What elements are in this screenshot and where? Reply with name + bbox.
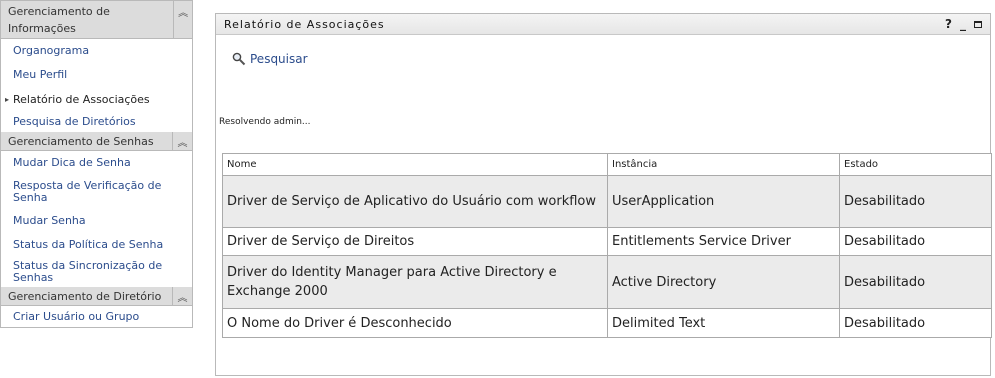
- sidebar: Gerenciamento de Informações ︽ Organogra…: [0, 0, 193, 328]
- portlet-header: Relatório de Associações ? _: [216, 14, 990, 35]
- status-text: Resolvendo admin...: [219, 117, 311, 127]
- nav-item-mudar-dica[interactable]: Mudar Dica de Senha: [1, 151, 192, 175]
- nav-item-pesquisa-diretorios[interactable]: Pesquisa de Diretórios: [1, 112, 192, 132]
- cell-estado: Desabilitado: [839, 308, 992, 338]
- nav-item-resposta-verificacao[interactable]: Resposta de Verificação de Senha: [1, 175, 192, 209]
- cell-instancia: UserApplication: [607, 175, 840, 228]
- section-header-informacoes: Gerenciamento de Informações ︽: [1, 1, 192, 39]
- cell-instancia: Entitlements Service Driver: [607, 227, 840, 256]
- table-row: Driver do Identity Manager para Active D…: [222, 255, 992, 309]
- nav-item-mudar-senha[interactable]: Mudar Senha: [1, 209, 192, 233]
- magnifier-icon[interactable]: [232, 52, 246, 66]
- search-link[interactable]: Pesquisar: [250, 52, 308, 66]
- cell-nome: Driver do Identity Manager para Active D…: [222, 255, 608, 309]
- cell-nome: Driver de Serviço de Direitos: [222, 227, 608, 256]
- column-header-estado: Estado: [839, 153, 992, 176]
- help-button[interactable]: ?: [945, 17, 952, 31]
- window-controls: ? _: [945, 17, 982, 31]
- section-title: Gerenciamento de Senhas: [8, 135, 154, 148]
- cell-nome: O Nome do Driver é Desconhecido: [222, 308, 608, 338]
- nav-item-status-politica[interactable]: Status da Política de Senha: [1, 233, 192, 257]
- column-header-instancia: Instância: [607, 153, 840, 176]
- active-bullet-icon: ▸: [5, 94, 10, 104]
- section-header-diretorio: Gerenciamento de Diretório ︽: [1, 287, 192, 306]
- association-table: Nome Instância Estado Driver de Serviço …: [222, 153, 992, 338]
- table-header-row: Nome Instância Estado: [222, 153, 992, 176]
- cell-instancia: Delimited Text: [607, 308, 840, 338]
- collapse-icon[interactable]: ︽: [173, 1, 192, 38]
- section-title: Gerenciamento de Diretório: [8, 290, 162, 303]
- nav-item-meu-perfil[interactable]: Meu Perfil: [1, 63, 192, 87]
- search-row: Pesquisar: [232, 52, 308, 66]
- table-row: Driver de Serviço de Aplicativo do Usuár…: [222, 175, 992, 228]
- section-header-senhas: Gerenciamento de Senhas ︽: [1, 132, 192, 151]
- collapse-icon[interactable]: ︽: [172, 287, 192, 305]
- portlet-title: Relatório de Associações: [224, 17, 385, 31]
- cell-estado: Desabilitado: [839, 175, 992, 228]
- association-report-portlet: Relatório de Associações ? _ Pesquisar R…: [215, 13, 992, 376]
- nav-item-organograma[interactable]: Organograma: [1, 39, 192, 63]
- table-row: Driver de Serviço de Direitos Entitlemen…: [222, 227, 992, 256]
- table-row: O Nome do Driver é Desconhecido Delimite…: [222, 308, 992, 338]
- column-header-nome: Nome: [222, 153, 608, 176]
- cell-estado: Desabilitado: [839, 227, 992, 256]
- nav-item-criar-usuario[interactable]: Criar Usuário ou Grupo: [1, 306, 192, 327]
- cell-estado: Desabilitado: [839, 255, 992, 309]
- nav-item-relatorio-associacoes[interactable]: ▸ Relatório de Associações: [1, 87, 192, 112]
- collapse-icon[interactable]: ︽: [172, 132, 192, 150]
- section-title: Gerenciamento de Informações: [8, 5, 110, 35]
- cell-instancia: Active Directory: [607, 255, 840, 309]
- nav-item-label: Relatório de Associações: [13, 92, 150, 106]
- maximize-icon[interactable]: [974, 20, 982, 28]
- nav-item-status-sincronizacao[interactable]: Status da Sincronização de Senhas: [1, 257, 192, 287]
- minimize-button[interactable]: _: [960, 17, 966, 31]
- cell-nome: Driver de Serviço de Aplicativo do Usuár…: [222, 175, 608, 228]
